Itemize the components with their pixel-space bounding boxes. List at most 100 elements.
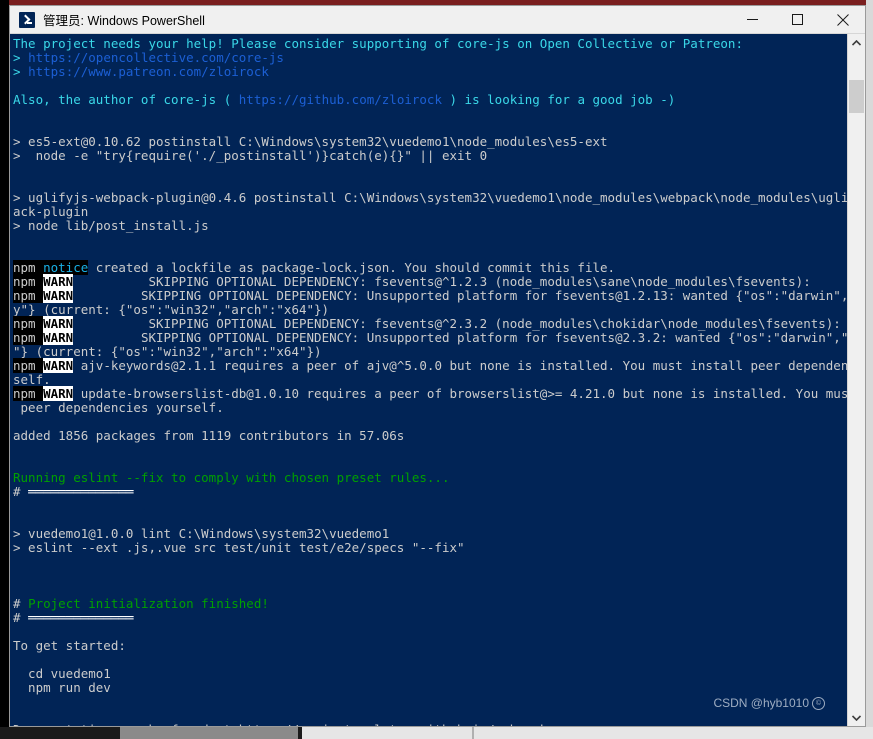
terminal-line: # Project initialization finished! xyxy=(13,597,847,611)
terminal-text: SKIPPING OPTIONAL DEPENDENCY: Unsupporte… xyxy=(73,288,847,303)
terminal-text: ══════════════ xyxy=(28,610,134,625)
terminal-line: added 1856 packages from 1119 contributo… xyxy=(13,429,847,443)
taskbar-segment[interactable] xyxy=(0,727,120,739)
terminal-text: WARN xyxy=(43,330,74,345)
copyright-icon: © xyxy=(812,696,825,710)
terminal-line: npm notice created a lockfile as package… xyxy=(13,260,847,275)
terminal-text: Documentation can be found at https://vu… xyxy=(13,722,547,727)
terminal-line: > https://www.patreon.com/zloirock xyxy=(13,65,847,79)
taskbar-segment[interactable] xyxy=(302,727,472,739)
terminal-text: # xyxy=(13,596,29,611)
terminal-line: > https://opencollective.com/core-js xyxy=(13,51,847,65)
maximize-button[interactable] xyxy=(775,6,820,33)
terminal-line: Documentation can be found at https://vu… xyxy=(13,722,847,727)
terminal-line: "} (current: {"os":"win32","arch":"x64"}… xyxy=(13,345,847,359)
scrollbar-thumb[interactable] xyxy=(849,80,864,113)
terminal-line: self. xyxy=(13,373,847,387)
terminal-text: Also, the author of core-js ( xyxy=(13,92,239,107)
terminal-text: Running eslint --fix to comply with chos… xyxy=(13,470,450,485)
terminal-text: peer dependencies yourself. xyxy=(13,400,224,415)
terminal-line: > es5-ext@0.10.62 postinstall C:\Windows… xyxy=(13,135,847,149)
terminal-text: ajv-keywords@2.1.1 requires a peer of aj… xyxy=(73,358,847,373)
terminal-text: https://www.patreon.com/zloirock xyxy=(28,64,269,79)
terminal-line: npm WARN update-browserslist-db@1.0.10 r… xyxy=(13,386,847,401)
terminal-text: ══════════════ xyxy=(28,484,134,499)
terminal-output[interactable]: The project needs your help! Please cons… xyxy=(10,34,847,726)
watermark: CSDN @hyb1010 © xyxy=(713,696,825,710)
terminal-text: cd vuedemo1 xyxy=(13,666,111,681)
terminal-text: > uglifyjs-webpack-plugin@0.4.6 postinst… xyxy=(13,190,847,205)
terminal-line: peer dependencies yourself. xyxy=(13,401,847,415)
terminal-text: ack-plugin xyxy=(13,204,89,219)
terminal-line: To get started: xyxy=(13,639,847,653)
terminal-line: > node lib/post_install.js xyxy=(13,219,847,233)
terminal-text: WARN xyxy=(43,386,74,401)
vertical-scrollbar[interactable] xyxy=(847,34,865,726)
taskbar-segment[interactable] xyxy=(474,727,873,739)
terminal-line: npm WARN SKIPPING OPTIONAL DEPENDENCY: U… xyxy=(13,288,847,303)
terminal-text: npm xyxy=(13,288,44,303)
terminal-text: y"} (current: {"os":"win32","arch":"x64"… xyxy=(13,302,330,317)
terminal-line: y"} (current: {"os":"win32","arch":"x64"… xyxy=(13,303,847,317)
terminal-text: Project initialization finished! xyxy=(28,596,269,611)
terminal-line: # ══════════════ xyxy=(13,611,847,625)
terminal-line: > uglifyjs-webpack-plugin@0.4.6 postinst… xyxy=(13,191,847,205)
terminal-text: WARN xyxy=(43,288,74,303)
terminal-text: > eslint --ext .js,.vue src test/unit te… xyxy=(13,540,465,555)
terminal-text: notice xyxy=(43,260,89,275)
minimize-button[interactable] xyxy=(730,6,775,33)
terminal-text: SKIPPING OPTIONAL DEPENDENCY: fsevents@^… xyxy=(73,274,811,289)
terminal-line: npm WARN SKIPPING OPTIONAL DEPENDENCY: f… xyxy=(13,274,847,289)
terminal-text: ) is looking for a good job -) xyxy=(441,92,676,107)
terminal-text: created a lockfile as package-lock.json.… xyxy=(88,260,616,275)
chevron-up-icon[interactable] xyxy=(848,34,865,51)
title-bar[interactable]: 管理员: Windows PowerShell xyxy=(10,6,865,34)
chevron-down-icon[interactable] xyxy=(848,709,865,726)
terminal-line: Also, the author of core-js ( https://gi… xyxy=(13,93,847,107)
terminal-text: > xyxy=(13,50,29,65)
terminal-text: added 1856 packages from 1119 contributo… xyxy=(13,428,405,443)
terminal-text: # xyxy=(13,484,29,499)
terminal-text: update-browserslist-db@1.0.10 requires a… xyxy=(73,386,847,401)
taskbar[interactable] xyxy=(0,727,873,739)
terminal-text: > node -e "try{require('./_postinstall')… xyxy=(13,148,488,163)
terminal-text: > xyxy=(13,64,29,79)
terminal-text: npm xyxy=(13,260,44,275)
watermark-text: CSDN @hyb1010 xyxy=(713,696,809,710)
taskbar-segment[interactable] xyxy=(120,727,298,739)
terminal-text: > node lib/post_install.js xyxy=(13,218,209,233)
terminal-line: Running eslint --fix to comply with chos… xyxy=(13,471,847,485)
terminal-text: # xyxy=(13,610,29,625)
close-button[interactable] xyxy=(820,6,865,33)
background-window-right-edge xyxy=(866,0,873,727)
terminal-text: npm xyxy=(13,330,44,345)
terminal-text: https://opencollective.com/core-js xyxy=(28,50,284,65)
terminal-line: npm WARN SKIPPING OPTIONAL DEPENDENCY: f… xyxy=(13,316,847,331)
terminal-lines: The project needs your help! Please cons… xyxy=(13,37,847,726)
terminal-text: WARN xyxy=(43,358,74,373)
terminal-text: > vuedemo1@1.0.0 lint C:\Windows\system3… xyxy=(13,526,390,541)
terminal-text: https://github.com/zloirock xyxy=(238,92,442,107)
terminal-line: cd vuedemo1 xyxy=(13,667,847,681)
terminal-text: npm xyxy=(13,274,44,289)
terminal-line: ack-plugin xyxy=(13,205,847,219)
terminal-text: WARN xyxy=(43,274,74,289)
terminal-text: npm xyxy=(13,358,44,373)
powershell-icon xyxy=(19,11,35,28)
terminal-line: The project needs your help! Please cons… xyxy=(13,37,847,51)
